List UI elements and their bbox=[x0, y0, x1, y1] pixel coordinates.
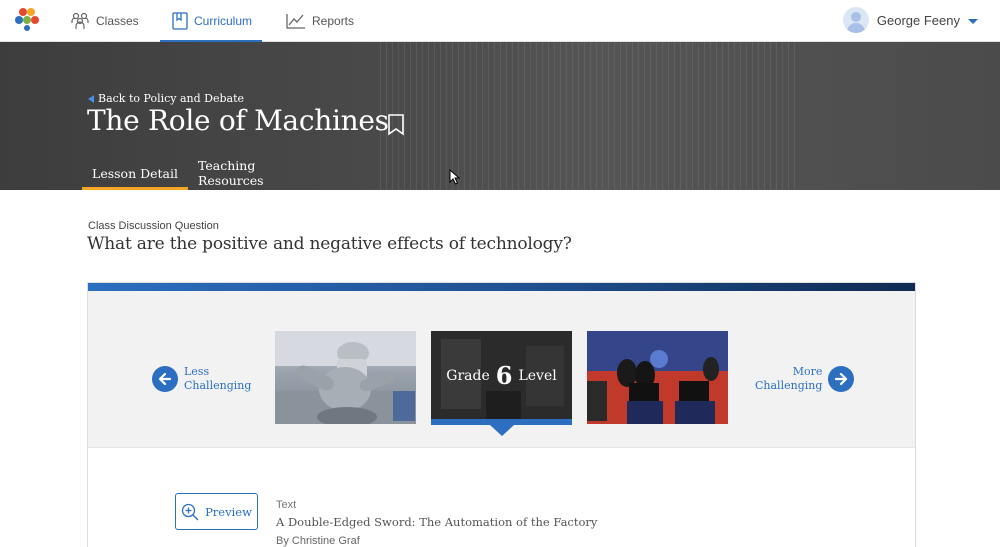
user-menu[interactable]: George Feeny bbox=[842, 6, 978, 34]
less-challenging-line1: Less bbox=[184, 365, 210, 378]
current-level-pointer bbox=[490, 425, 514, 436]
book-icon bbox=[172, 12, 188, 30]
nav-classes[interactable]: Classes bbox=[70, 0, 139, 42]
nav-classes-label: Classes bbox=[96, 14, 139, 28]
less-challenging-line2: Challenging bbox=[184, 379, 252, 392]
nav-curriculum[interactable]: Curriculum bbox=[160, 0, 262, 43]
app-logo[interactable] bbox=[14, 7, 40, 31]
lesson-hero: Back to Policy and Debate The Role of Ma… bbox=[0, 42, 1000, 190]
arrow-left-icon bbox=[152, 366, 178, 392]
grade-level-label: Grade 6 Level bbox=[431, 361, 572, 390]
tab-lesson-detail-label: Lesson Detail bbox=[92, 165, 178, 181]
top-nav: Classes Curriculum Reports George Feeny bbox=[0, 0, 1000, 43]
arrow-right-icon bbox=[828, 366, 855, 392]
more-challenging-button[interactable]: More Challenging bbox=[755, 365, 855, 393]
level-thumbnail-lower[interactable] bbox=[275, 331, 416, 424]
nav-reports-label: Reports bbox=[312, 14, 355, 28]
nav-curriculum-label: Curriculum bbox=[194, 14, 253, 28]
zoom-in-icon bbox=[181, 503, 199, 520]
avatar bbox=[842, 7, 869, 33]
level-thumbnail-higher[interactable] bbox=[587, 331, 728, 424]
tab-teaching-resources[interactable]: Teaching Resources bbox=[198, 156, 320, 190]
chevron-down-icon bbox=[968, 18, 978, 24]
resource-title[interactable]: A Double-Edged Sword: The Automation of … bbox=[276, 515, 597, 529]
page-title: The Role of Machines bbox=[87, 104, 389, 137]
level-thumbnail-current[interactable]: Grade 6 Level bbox=[431, 331, 572, 424]
reading-level-card: Less Challenging Grade 6 Level More Chal… bbox=[87, 282, 916, 547]
nav-reports[interactable]: Reports bbox=[286, 0, 354, 42]
level-selector: Less Challenging Grade 6 Level More Chal… bbox=[88, 291, 915, 448]
mouse-cursor-icon bbox=[449, 168, 461, 190]
hero-texture bbox=[380, 42, 800, 190]
discussion-label: Class Discussion Question bbox=[88, 220, 219, 232]
more-challenging-line2: Challenging bbox=[755, 379, 823, 392]
resource-type: Text bbox=[276, 499, 297, 511]
discussion-question: What are the positive and negative effec… bbox=[87, 234, 572, 254]
resource-author: By Christine Graf bbox=[276, 535, 360, 547]
preview-button[interactable]: Preview bbox=[175, 493, 258, 530]
tab-lesson-detail[interactable]: Lesson Detail bbox=[82, 156, 188, 190]
line-chart-icon bbox=[286, 14, 305, 29]
card-top-bar bbox=[88, 283, 915, 291]
bookmark-icon[interactable] bbox=[387, 114, 405, 141]
more-challenging-line1: More bbox=[792, 365, 823, 378]
back-arrow-icon bbox=[88, 94, 94, 103]
preview-label: Preview bbox=[205, 504, 252, 519]
tab-teaching-resources-label: Teaching Resources bbox=[198, 158, 264, 188]
user-name: George Feeny bbox=[876, 12, 960, 28]
tab-active-underline bbox=[82, 187, 188, 190]
people-icon bbox=[71, 12, 89, 29]
less-challenging-button[interactable]: Less Challenging bbox=[152, 365, 251, 393]
grade-suffix: Level bbox=[518, 367, 557, 384]
grade-prefix: Grade bbox=[446, 367, 490, 384]
grade-number: 6 bbox=[495, 361, 513, 390]
